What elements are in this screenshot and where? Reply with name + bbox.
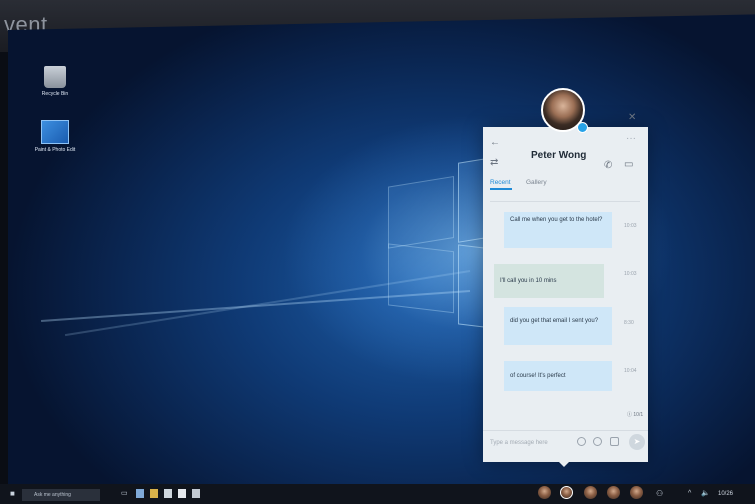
back-arrow-icon[interactable]: ← (490, 138, 500, 148)
message-bubble[interactable]: I'll call you in 10 mins (494, 264, 604, 298)
desktop-icon-photos[interactable]: Paint & Photo Edit (30, 120, 80, 153)
desktop-icon-label: Recycle Bin (41, 91, 69, 97)
people-pinned-avatar[interactable] (538, 486, 551, 499)
tab-recent[interactable]: Recent (490, 179, 511, 186)
more-options-icon[interactable]: ··· (626, 134, 636, 144)
message-input[interactable]: Type a message here (490, 440, 548, 446)
people-pinned-avatar[interactable] (584, 486, 597, 499)
start-windows-icon[interactable]: ■ (10, 484, 15, 504)
send-button[interactable]: ➤ (629, 434, 645, 450)
file-explorer-icon[interactable] (150, 489, 158, 498)
store-icon[interactable] (164, 489, 172, 498)
mail-icon[interactable] (178, 489, 186, 498)
attach-file-icon[interactable] (610, 437, 619, 446)
people-icon[interactable]: ⚇ (656, 484, 663, 504)
tray-expand-icon[interactable]: ^ (688, 484, 691, 504)
message-text: did you get that email I sent you? (510, 318, 599, 324)
desktop-icon-label: Paint & Photo Edit (34, 147, 76, 153)
tab-gallery[interactable]: Gallery (526, 179, 547, 186)
message-time: 10:03 (624, 271, 637, 277)
presence-status-icon (577, 122, 588, 133)
message-time: 10:04 (624, 368, 637, 374)
swap-icon[interactable]: ⇄ (490, 158, 498, 168)
people-pinned-avatar[interactable] (630, 486, 643, 499)
chat-panel-pointer (557, 460, 571, 467)
active-tab-indicator (490, 188, 512, 190)
taskbar-search-input[interactable]: Ask me anything (22, 489, 100, 501)
volume-icon[interactable]: 🔈 (701, 484, 710, 504)
edge-icon[interactable] (136, 489, 144, 498)
recycle-bin-icon (44, 66, 66, 88)
read-receipt: Ⓘ 10/1 (627, 412, 644, 418)
header-divider (490, 201, 640, 202)
message-text: Call me when you get to the hotel? (510, 217, 603, 223)
phone-call-icon[interactable]: ✆ (604, 161, 612, 171)
composer-divider (483, 430, 648, 431)
photos-app-icon (41, 120, 69, 144)
contact-name: Peter Wong (531, 150, 587, 161)
message-bubble[interactable]: did you get that email I sent you? (504, 307, 612, 345)
app-icon[interactable] (192, 489, 200, 498)
task-view-icon[interactable]: ▭ (121, 484, 128, 504)
message-time: 8:30 (624, 320, 634, 326)
message-text: I'll call you in 10 mins (500, 278, 557, 284)
taskbar-clock[interactable]: 10/26 (718, 484, 733, 504)
video-call-icon[interactable]: ▭ (624, 160, 633, 170)
people-pinned-avatar[interactable] (607, 486, 620, 499)
message-bubble[interactable]: of course! It's perfect (504, 361, 612, 391)
desktop-icon-recycle-bin[interactable]: Recycle Bin (30, 66, 80, 97)
message-bubble[interactable]: Call me when you get to the hotel? (504, 212, 612, 248)
emoji-icon[interactable] (577, 437, 586, 446)
close-icon[interactable]: ✕ (628, 113, 636, 123)
message-time: 10:03 (624, 223, 637, 229)
people-pinned-avatar[interactable] (560, 486, 573, 499)
camera-icon[interactable] (593, 437, 602, 446)
message-text: of course! It's perfect (510, 373, 566, 379)
